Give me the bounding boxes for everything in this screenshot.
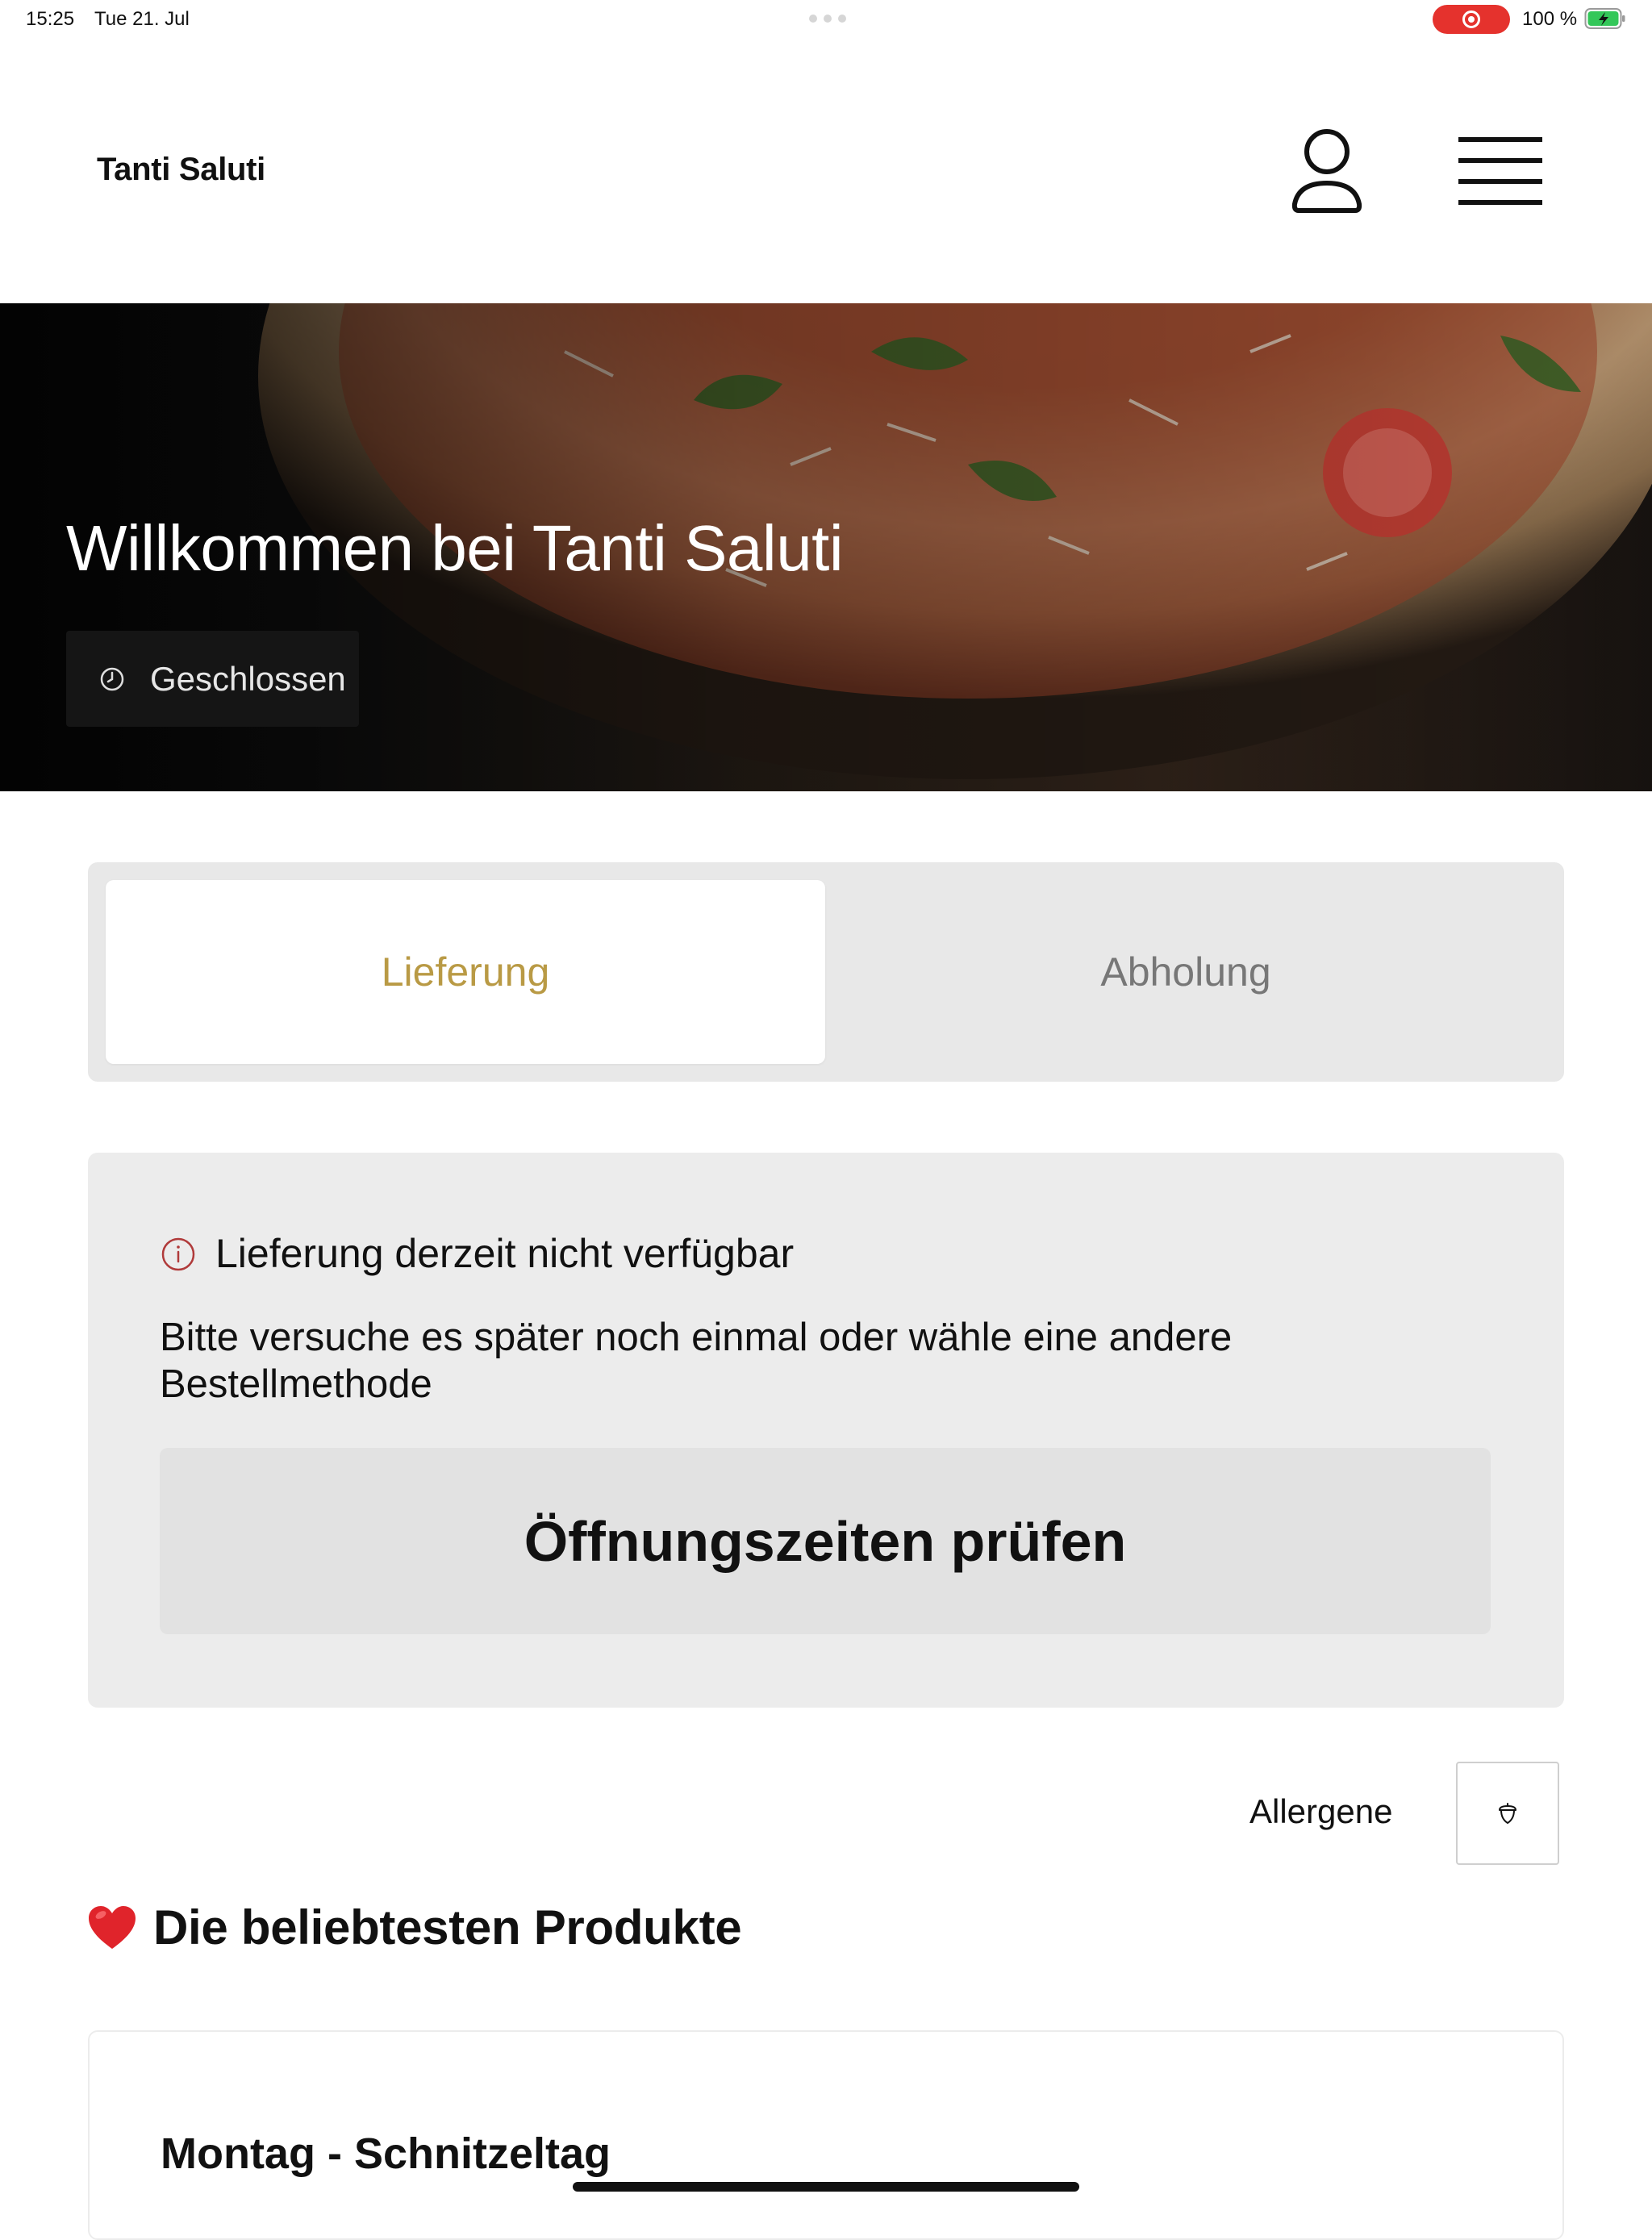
battery-charging-icon xyxy=(1584,8,1625,29)
acorn-icon xyxy=(1499,1803,1516,1825)
status-date: Tue 21. Jul xyxy=(94,8,190,30)
heart-icon xyxy=(89,1905,136,1949)
tab-pickup[interactable]: Abholung xyxy=(825,880,1546,1064)
brand-name[interactable]: Tanti Saluti xyxy=(97,152,265,188)
tab-delivery-label: Lieferung xyxy=(381,949,550,995)
delivery-unavailable-notice: Lieferung derzeit nicht verfügbar Bitte … xyxy=(88,1153,1564,1708)
multitasking-handle[interactable] xyxy=(809,15,846,23)
notice-title: Lieferung derzeit nicht verfügbar xyxy=(215,1231,795,1276)
menu-icon[interactable] xyxy=(1458,134,1542,208)
popular-products-heading: Die beliebtesten Produkte xyxy=(87,1900,742,1955)
allergens-label: Allergene xyxy=(1249,1792,1393,1830)
notice-text: Bitte versuche es später noch einmal ode… xyxy=(160,1316,1233,1406)
tab-pickup-label: Abholung xyxy=(1100,949,1271,995)
popular-products-title: Die beliebtesten Produkte xyxy=(153,1900,742,1954)
allergens-button[interactable] xyxy=(1456,1762,1559,1865)
tab-delivery[interactable]: Lieferung xyxy=(106,880,825,1064)
hero-banner: Willkommen bei Tanti Saluti Geschlossen xyxy=(0,303,1652,791)
check-opening-hours-button[interactable]: Öffnungszeiten prüfen xyxy=(160,1448,1491,1634)
product-card[interactable]: Montag - Schnitzeltag xyxy=(88,2030,1564,2240)
opening-status-badge[interactable]: Geschlossen xyxy=(66,631,359,727)
opening-status-label: Geschlossen xyxy=(150,659,346,698)
battery-percentage: 100 % xyxy=(1522,8,1578,30)
user-icon[interactable] xyxy=(1291,127,1363,217)
check-opening-hours-label: Öffnungszeiten prüfen xyxy=(524,1509,1127,1573)
order-method-toggle: Lieferung Abholung xyxy=(88,862,1564,1082)
screen-recording-indicator[interactable] xyxy=(1433,5,1510,34)
info-icon xyxy=(161,1237,195,1271)
record-icon xyxy=(1462,10,1480,28)
home-indicator[interactable] xyxy=(573,2182,1079,2192)
status-time: 15:25 xyxy=(26,8,75,30)
clock-icon xyxy=(100,667,124,690)
hero-title: Willkommen bei Tanti Saluti xyxy=(66,512,844,584)
product-title: Montag - Schnitzeltag xyxy=(161,2129,611,2178)
